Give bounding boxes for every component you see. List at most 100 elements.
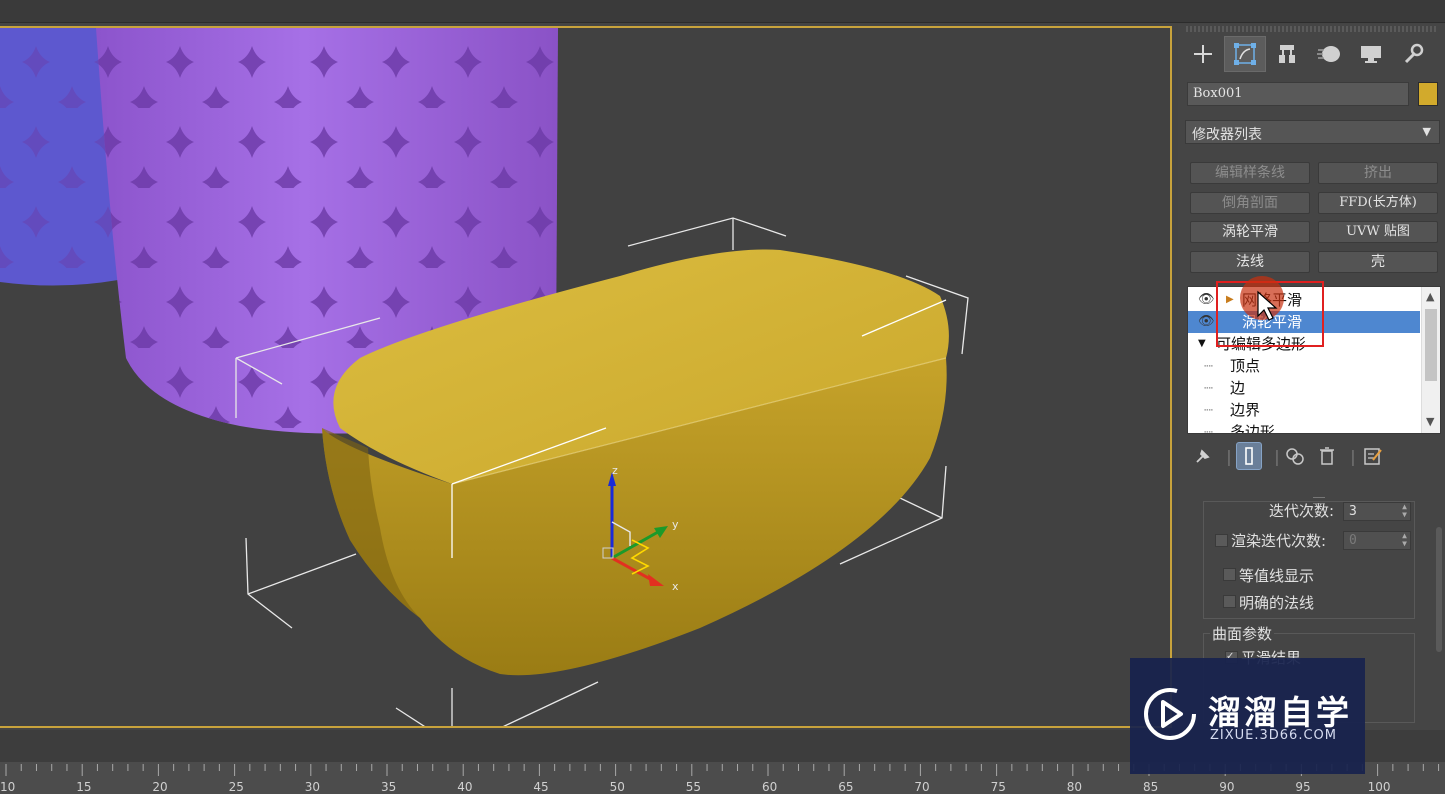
tick-label: 55 [686,780,701,794]
iterations-spinner[interactable]: 3 ▲ ▼ [1343,502,1411,521]
spinner-arrows-icon[interactable]: ▲ ▼ [1402,503,1407,519]
render-iterations-label: 渲染迭代次数: [1231,532,1327,550]
tree-line: ┈ [1204,379,1214,397]
eye-icon[interactable]: 👁 [1198,289,1215,311]
tick-label: 70 [914,780,929,794]
tick-label: 20 [152,780,167,794]
watermark-title: 溜溜自学 [1208,693,1352,732]
gizmo-z-label: z [612,464,618,477]
iterations-label: 迭代次数: [1269,502,1335,520]
modifier-button-edit-spline[interactable]: 编辑样条线 [1190,162,1310,184]
rollout-scrollbar[interactable] [1436,527,1442,652]
cursor-icon [1240,276,1284,321]
utilities-tab[interactable] [1392,36,1434,72]
command-panel-tabs [1182,36,1440,72]
modifier-button-ffd-box[interactable]: FFD(长方体) [1318,192,1438,214]
configure-sets-button[interactable] [1360,442,1386,470]
modifier-button-turbosmooth[interactable]: 涡轮平滑 [1190,221,1310,243]
modifier-button-uvw-map[interactable]: UVW 贴图 [1318,221,1438,243]
top-toolbar [0,0,1445,23]
tick-label: 25 [229,780,244,794]
motion-tab[interactable] [1308,36,1350,72]
gizmo-x-label: x [672,580,679,593]
tick-label: 95 [1295,780,1310,794]
perspective-viewport[interactable]: z y x [0,26,1172,728]
iterations-value: 3 [1349,504,1357,519]
stack-item-label: 顶点 [1230,357,1261,375]
isoline-display-checkbox[interactable] [1223,568,1236,581]
explicit-normals-checkbox[interactable] [1223,595,1236,608]
modifier-button-shell[interactable]: 壳 [1318,251,1438,273]
stack-item-label: 边界 [1230,401,1261,419]
remove-modifier-button[interactable] [1314,442,1340,470]
tick-label: 75 [991,780,1006,794]
watermark: 溜溜自学 ZIXUE.3D66.COM [1130,658,1365,774]
tick-label: 60 [762,780,777,794]
stack-item-label: 边 [1230,379,1246,397]
scrollbar-thumb[interactable] [1425,309,1437,381]
tick-label: 15 [76,780,91,794]
tick-label: 50 [610,780,625,794]
explicit-normals-label: 明确的法线 [1239,594,1315,612]
scroll-up-icon[interactable]: ▲ [1426,290,1434,303]
tick-label: 10 [0,780,15,794]
tick-label: 65 [838,780,853,794]
play-logo-icon [1144,688,1196,740]
tick-label: 45 [533,780,548,794]
tick-label: 80 [1067,780,1082,794]
modify-tab[interactable] [1224,36,1266,72]
stack-toolbar: | | | [1190,442,1440,470]
modifier-list-dropdown[interactable]: 修改器列表 ▼ [1185,120,1440,144]
tick-label: 100 [1368,780,1391,794]
render-iterations-checkbox[interactable] [1215,534,1228,547]
stack-scrollbar[interactable]: ▲ ▼ [1421,287,1440,433]
stack-item-label: 多边形 [1230,423,1276,434]
object-name-field[interactable]: Box001 [1187,82,1409,106]
tick-label: 85 [1143,780,1158,794]
scroll-down-icon[interactable]: ▼ [1426,415,1434,428]
stack-subitem-edge[interactable]: ┈ 边 [1188,377,1420,399]
modifier-button-bevel-profile[interactable]: 倒角剖面 [1190,192,1310,214]
display-tab[interactable] [1350,36,1392,72]
render-iterations-value: 0 [1349,533,1357,548]
tick-label: 40 [457,780,472,794]
tick-label: 90 [1219,780,1234,794]
configure-icon [1364,448,1382,465]
show-end-result-button[interactable] [1236,442,1262,470]
trash-icon [1320,447,1334,465]
tree-line: ┈ [1204,357,1214,375]
viewport-scene: z y x [0,28,969,726]
end-result-icon [1245,447,1253,465]
pin-icon [1196,449,1210,463]
tree-line: ┈ [1204,423,1214,434]
plus-icon [1194,45,1212,63]
gizmo-y-label: y [672,518,679,531]
panel-grip[interactable] [1186,26,1438,32]
tick-label: 35 [381,780,396,794]
pin-stack-button[interactable] [1190,442,1216,470]
stack-subitem-polygon[interactable]: ┈ 多边形 [1188,421,1420,434]
stack-subitem-vertex[interactable]: ┈ 顶点 [1188,355,1420,377]
create-tab[interactable] [1182,36,1224,72]
wrench-icon [1404,43,1424,64]
hierarchy-tab[interactable] [1266,36,1308,72]
tree-line: ┈ [1204,401,1214,419]
motion-icon [1317,46,1340,62]
modify-icon [1234,43,1256,65]
eye-icon[interactable]: 👁 [1198,311,1215,333]
make-unique-icon [1286,448,1304,465]
display-icon [1361,46,1381,63]
tick-label: 30 [305,780,320,794]
collapse-arrow-icon[interactable]: ▼ [1198,333,1206,355]
spinner-arrows-icon[interactable]: ▲ ▼ [1402,532,1407,548]
render-iterations-spinner[interactable]: 0 ▲ ▼ [1343,531,1411,550]
modifier-list-label: 修改器列表 [1192,127,1262,143]
hierarchy-icon [1279,45,1295,63]
object-color-swatch[interactable] [1418,82,1438,106]
make-unique-button[interactable] [1282,442,1308,470]
chevron-down-icon: ▼ [1422,125,1431,138]
stack-subitem-border[interactable]: ┈ 边界 [1188,399,1420,421]
modifier-button-extrude[interactable]: 挤出 [1318,162,1438,184]
isoline-display-label: 等值线显示 [1239,567,1315,585]
surface-params-label: 曲面参数 [1210,623,1275,644]
